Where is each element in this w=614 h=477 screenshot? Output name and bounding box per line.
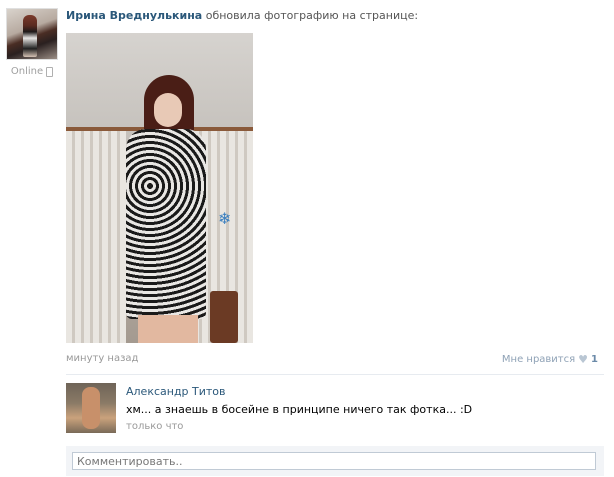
author-avatar[interactable]	[6, 8, 58, 60]
comments-divider	[66, 374, 604, 375]
post-meta: минуту назад Мне нравится ♥ 1	[66, 353, 604, 367]
post-main: Ирина Вреднулькина обновила фотографию н…	[66, 8, 604, 367]
author-name-link[interactable]: Ирина Вреднулькина	[66, 9, 202, 22]
comment-item: Александр Титов хм... а знаешь в босейне…	[66, 383, 604, 435]
online-status: Online	[6, 66, 58, 77]
reply-box	[66, 446, 604, 476]
curtain-left	[66, 131, 126, 343]
avatar-figure	[23, 15, 37, 57]
comment-time[interactable]: только что	[126, 421, 596, 432]
like-button[interactable]: Мне нравится ♥ 1	[502, 353, 598, 366]
snowflake-icon: ❄	[218, 209, 232, 228]
photo-dress	[126, 129, 206, 319]
heart-icon: ♥	[578, 353, 589, 366]
photo-face	[154, 93, 182, 127]
feed-post: Online Ирина Вреднулькина обновила фотог…	[0, 0, 614, 477]
mobile-phone-icon	[46, 66, 54, 77]
comment-input[interactable]	[72, 452, 596, 470]
like-label: Мне нравится	[501, 354, 576, 365]
post-photo[interactable]: ❄	[66, 33, 253, 343]
comment-text: хм... а знаешь в босейне в принципе ниче…	[126, 403, 473, 416]
commenter-avatar-figure	[82, 387, 100, 429]
author-column: Online	[6, 8, 58, 77]
commenter-name-link[interactable]: Александр Титов	[126, 385, 596, 399]
post-time[interactable]: минуту назад	[66, 353, 138, 364]
post-headline: Ирина Вреднулькина обновила фотографию н…	[66, 8, 604, 24]
photo-legs	[138, 315, 198, 343]
commenter-avatar[interactable]	[66, 383, 116, 433]
like-count: 1	[591, 354, 598, 365]
online-text: Online	[10, 66, 44, 77]
photo-chair	[210, 291, 238, 343]
comment-body: Александр Титов хм... а знаешь в босейне…	[126, 385, 596, 432]
post-action-text: обновила фотографию на странице:	[202, 9, 419, 22]
